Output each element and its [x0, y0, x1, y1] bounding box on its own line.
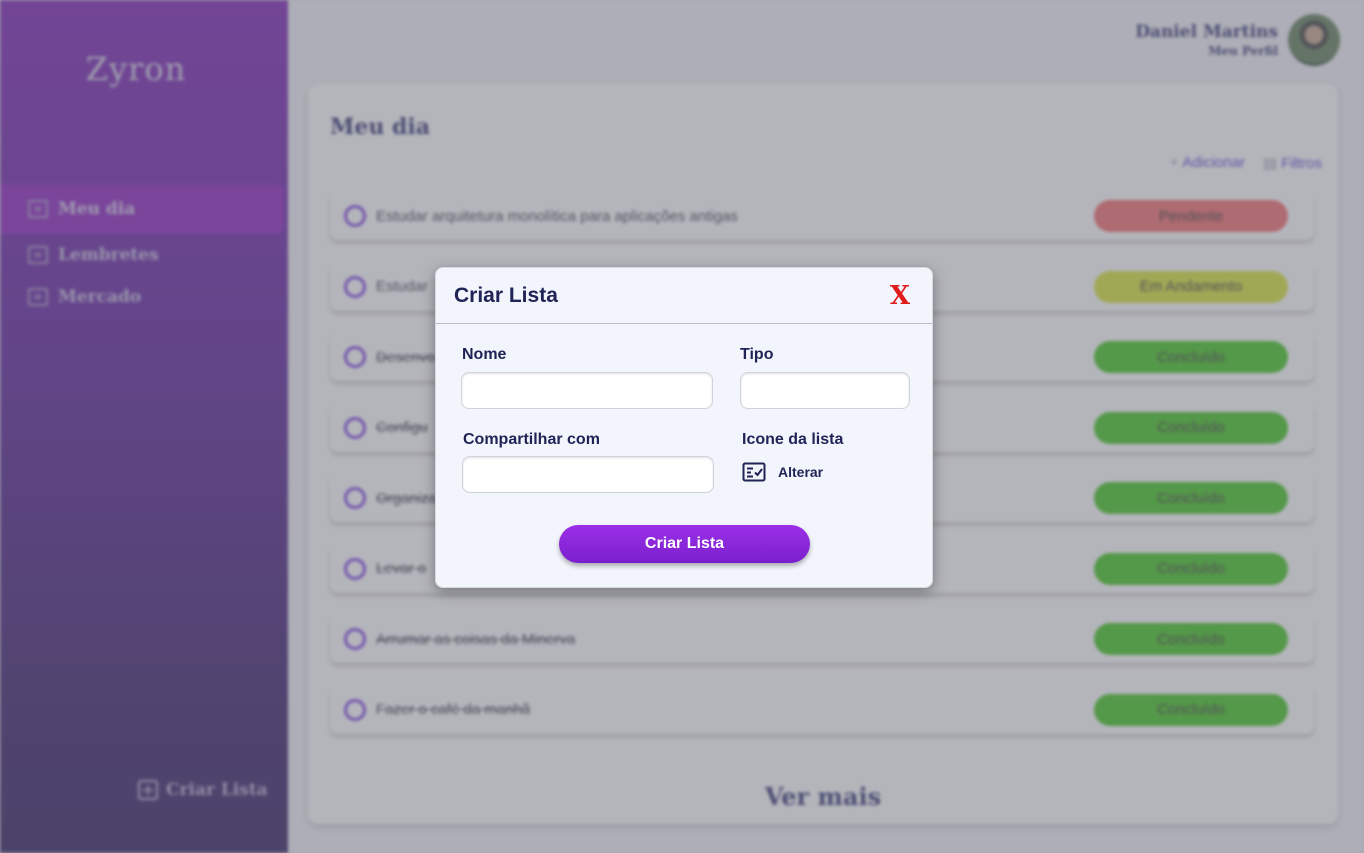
change-icon-label: Alterar [778, 464, 824, 480]
close-icon[interactable]: X [890, 283, 910, 309]
name-label: Nome [462, 346, 507, 363]
modal-header: Criar Lista X [436, 268, 932, 324]
share-input[interactable] [462, 456, 714, 493]
type-label: Tipo [740, 346, 774, 363]
create-list-button[interactable]: Criar Lista [559, 525, 810, 563]
share-label: Compartilhar com [463, 431, 600, 448]
list-icon-label: Icone da lista [742, 431, 844, 448]
checklist-icon [742, 462, 766, 482]
name-input[interactable] [461, 372, 713, 409]
create-list-modal: Criar Lista X Nome Tipo Compartilhar com… [435, 267, 933, 588]
modal-title: Criar Lista [454, 283, 558, 307]
type-input[interactable] [740, 372, 910, 409]
change-icon-button[interactable]: Alterar [742, 462, 823, 482]
